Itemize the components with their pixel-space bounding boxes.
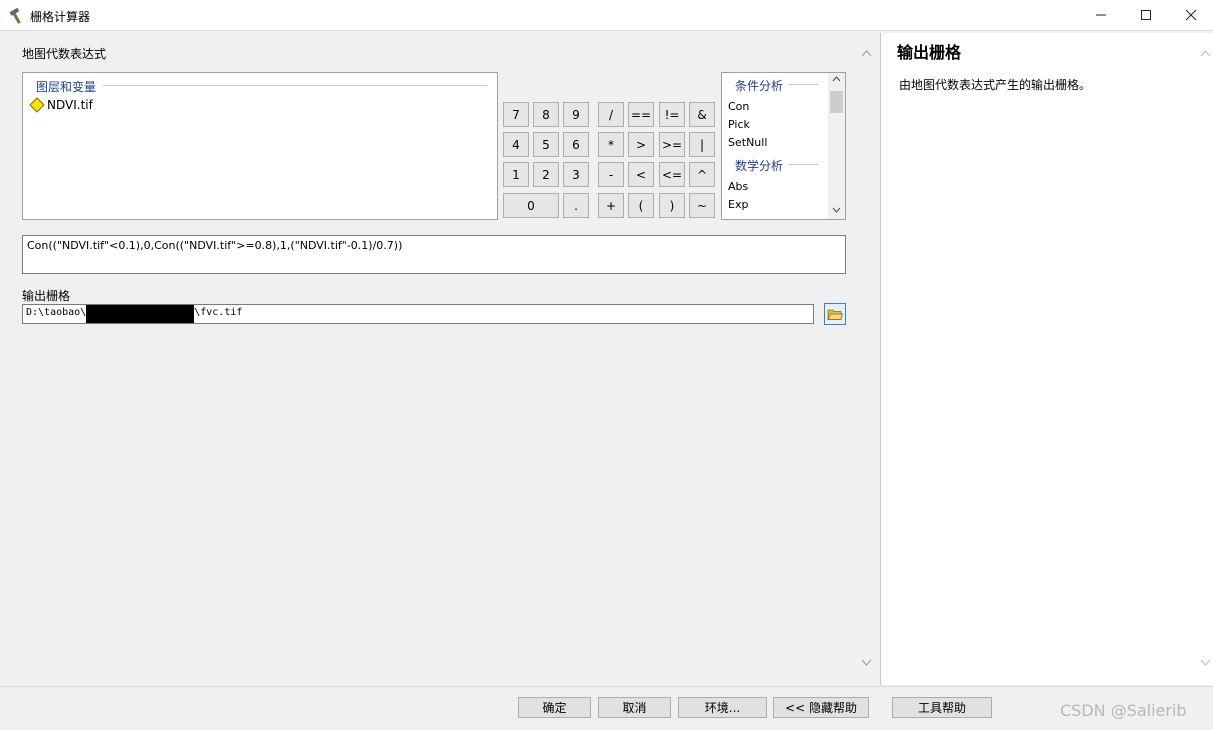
maximize-icon [1141, 10, 1151, 20]
functions-list[interactable]: 条件分析 Con Pick SetNull 数学分析 Abs Exp [721, 72, 846, 220]
func-item-con[interactable]: Con [728, 100, 749, 113]
button-bar: 确定 取消 环境... << 隐藏帮助 工具帮助 CSDN @Salierib [0, 686, 1213, 730]
calc-button-less[interactable]: < [628, 162, 654, 187]
layer-item[interactable]: NDVI.tif [29, 97, 93, 113]
scroll-up-icon [861, 50, 872, 57]
scroll-down-icon [1200, 659, 1211, 666]
calc-button-greater[interactable]: > [628, 132, 654, 157]
hammer-icon [9, 7, 21, 24]
header-divider [788, 84, 818, 85]
calc-button-not-equal[interactable]: != [659, 102, 685, 127]
help-panel: 输出栅格 由地图代数表达式产生的输出栅格。 [880, 33, 1213, 685]
calc-button-zero[interactable]: 0 [503, 193, 559, 218]
calc-button-open-paren[interactable]: ( [628, 193, 654, 218]
calc-button-multiply[interactable]: * [598, 132, 624, 157]
hide-help-button[interactable]: << 隐藏帮助 [773, 697, 869, 718]
watermark: CSDN @Salierib [1060, 701, 1187, 720]
minimize-icon [1096, 14, 1106, 16]
ok-button[interactable]: 确定 [518, 697, 591, 718]
close-button[interactable] [1168, 0, 1213, 30]
close-icon [1185, 9, 1197, 21]
header-divider [788, 164, 818, 165]
scroll-thumb[interactable] [830, 91, 843, 113]
calc-button-six[interactable]: 6 [563, 132, 589, 157]
help-text: 由地图代数表达式产生的输出栅格。 [899, 78, 1092, 92]
redacted-path [86, 305, 195, 323]
calc-button-not[interactable]: ~ [689, 193, 715, 218]
folder-open-icon [827, 309, 843, 320]
help-title: 输出栅格 [897, 43, 962, 62]
functions-scrollbar[interactable] [828, 73, 845, 219]
calc-button-plus[interactable]: + [598, 193, 624, 218]
calc-button-nine[interactable]: 9 [563, 102, 589, 127]
output-path-prefix: D:\taobao\ [26, 307, 87, 318]
environments-button[interactable]: 环境... [678, 697, 767, 718]
title-bar: 栅格计算器 [0, 0, 1213, 31]
calc-button-seven[interactable]: 7 [503, 102, 529, 127]
output-path-suffix: \fvc.tif [194, 307, 243, 318]
calc-button-or[interactable]: | [689, 132, 715, 157]
header-divider [103, 85, 487, 86]
layers-header: 图层和变量 [36, 80, 97, 94]
output-path-input[interactable]: D:\taobao\ \fvc.tif [22, 304, 814, 324]
calc-button-eight[interactable]: 8 [533, 102, 559, 127]
scroll-down-icon [861, 659, 872, 666]
tool-help-button[interactable]: 工具帮助 [892, 697, 992, 718]
calc-button-and[interactable]: & [689, 102, 715, 127]
conditional-header: 条件分析 [735, 79, 784, 93]
calc-button-two[interactable]: 2 [533, 162, 559, 187]
func-item-exp[interactable]: Exp [728, 198, 748, 211]
calc-button-one[interactable]: 1 [503, 162, 529, 187]
calc-button-close-paren[interactable]: ) [659, 193, 685, 218]
calc-button-greater-equal[interactable]: >= [659, 132, 685, 157]
maximize-button[interactable] [1123, 0, 1169, 30]
func-item-pick[interactable]: Pick [728, 118, 750, 131]
calc-button-less-equal[interactable]: <= [659, 162, 685, 187]
window-title: 栅格计算器 [30, 10, 91, 24]
scroll-down-icon [832, 207, 841, 213]
raster-layer-icon [29, 97, 45, 113]
scroll-up-icon [832, 76, 841, 82]
browse-folder-button[interactable] [824, 303, 846, 325]
calc-button-three[interactable]: 3 [563, 162, 589, 187]
func-item-setnull[interactable]: SetNull [728, 136, 767, 149]
cancel-button[interactable]: 取消 [598, 697, 671, 718]
calc-button-four[interactable]: 4 [503, 132, 529, 157]
minimize-button[interactable] [1078, 0, 1124, 30]
calc-button-xor[interactable]: ^ [689, 162, 715, 187]
calc-button-equal[interactable]: == [628, 102, 654, 127]
map-algebra-label: 地图代数表达式 [22, 47, 107, 61]
layers-list[interactable]: 图层和变量 NDVI.tif [22, 72, 498, 220]
calc-button-decimal[interactable]: . [563, 193, 589, 218]
calc-button-divide[interactable]: / [598, 102, 624, 127]
layer-name: NDVI.tif [47, 98, 93, 112]
left-panel-scrollbar[interactable] [858, 33, 875, 685]
calc-button-five[interactable]: 5 [533, 132, 559, 157]
func-item-abs[interactable]: Abs [728, 180, 748, 193]
calc-button-minus[interactable]: - [598, 162, 624, 187]
output-raster-label: 输出栅格 [22, 289, 71, 303]
expression-input[interactable]: Con(("NDVI.tif"<0.1),0,Con(("NDVI.tif">=… [22, 235, 846, 274]
math-header: 数学分析 [735, 159, 784, 173]
scroll-up-icon [1200, 50, 1211, 57]
help-scrollbar[interactable] [1197, 33, 1213, 685]
